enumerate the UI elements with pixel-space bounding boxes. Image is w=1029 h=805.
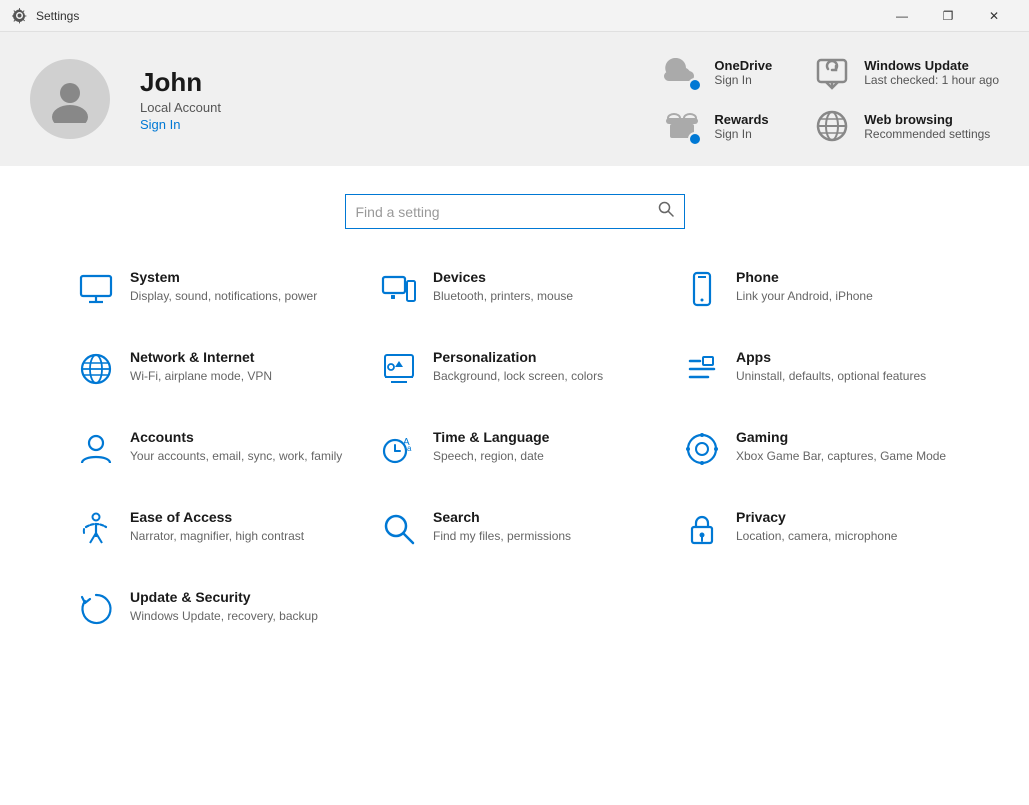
apps-title: Apps [736, 349, 926, 365]
time-title: Time & Language [433, 429, 549, 445]
windows-update-sub: Last checked: 1 hour ago [864, 73, 999, 87]
apps-icon [682, 349, 722, 389]
ease-of-access-icon [76, 509, 116, 549]
network-icon [76, 349, 116, 389]
windows-update-icon [814, 54, 850, 90]
update-desc: Windows Update, recovery, backup [130, 608, 318, 625]
network-title: Network & Internet [130, 349, 272, 365]
setting-search[interactable]: Search Find my files, permissions [363, 489, 666, 569]
search-section [0, 166, 1029, 249]
header-services: OneDrive Sign In Rewards [662, 52, 999, 146]
app-title: Settings [36, 9, 79, 23]
setting-gaming[interactable]: Gaming Xbox Game Bar, captures, Game Mod… [666, 409, 969, 489]
time-icon: Aa [379, 429, 419, 469]
onedrive-status-dot [688, 78, 702, 92]
rewards-icon-wrap [662, 106, 702, 146]
update-title: Update & Security [130, 589, 318, 605]
user-account-type: Local Account [140, 100, 221, 115]
minimize-button[interactable]: — [879, 0, 925, 32]
services-col-right: Windows Update Last checked: 1 hour ago [812, 52, 999, 146]
rewards-name: Rewards [714, 112, 768, 127]
service-rewards[interactable]: Rewards Sign In [662, 106, 772, 146]
header: John Local Account Sign In OneDrive Sign… [0, 32, 1029, 166]
sign-in-link[interactable]: Sign In [140, 117, 221, 132]
search-title: Search [433, 509, 571, 525]
windows-update-icon-wrap [812, 52, 852, 92]
setting-apps[interactable]: Apps Uninstall, defaults, optional featu… [666, 329, 969, 409]
gaming-desc: Xbox Game Bar, captures, Game Mode [736, 448, 946, 465]
avatar-icon [46, 75, 94, 123]
system-icon [76, 269, 116, 309]
rewards-status-dot [688, 132, 702, 146]
phone-desc: Link your Android, iPhone [736, 288, 873, 305]
ease-of-access-desc: Narrator, magnifier, high contrast [130, 528, 304, 545]
title-bar: Settings — ❐ ✕ [0, 0, 1029, 32]
search-icon [658, 201, 674, 222]
gaming-title: Gaming [736, 429, 946, 445]
personalization-desc: Background, lock screen, colors [433, 368, 603, 385]
setting-personalization[interactable]: Personalization Background, lock screen,… [363, 329, 666, 409]
devices-title: Devices [433, 269, 573, 285]
accounts-icon [76, 429, 116, 469]
devices-icon [379, 269, 419, 309]
maximize-button[interactable]: ❐ [925, 0, 971, 32]
time-desc: Speech, region, date [433, 448, 549, 465]
apps-desc: Uninstall, defaults, optional features [736, 368, 926, 385]
service-windows-update[interactable]: Windows Update Last checked: 1 hour ago [812, 52, 999, 92]
service-web-browsing[interactable]: Web browsing Recommended settings [812, 106, 999, 146]
title-bar-controls: — ❐ ✕ [879, 0, 1017, 32]
search-desc: Find my files, permissions [433, 528, 571, 545]
setting-update[interactable]: Update & Security Windows Update, recove… [60, 569, 363, 649]
setting-privacy[interactable]: Privacy Location, camera, microphone [666, 489, 969, 569]
search-input[interactable] [356, 204, 658, 220]
user-info: John Local Account Sign In [140, 67, 221, 132]
web-browsing-name: Web browsing [864, 112, 990, 127]
settings-app-icon [12, 8, 28, 24]
service-onedrive[interactable]: OneDrive Sign In [662, 52, 772, 92]
phone-icon [682, 269, 722, 309]
onedrive-sub: Sign In [714, 73, 772, 87]
system-title: System [130, 269, 317, 285]
setting-devices[interactable]: Devices Bluetooth, printers, mouse [363, 249, 666, 329]
rewards-sub: Sign In [714, 127, 768, 141]
ease-of-access-title: Ease of Access [130, 509, 304, 525]
settings-grid: System Display, sound, notifications, po… [0, 249, 1029, 649]
user-name: John [140, 67, 221, 98]
setting-time[interactable]: Aa Time & Language Speech, region, date [363, 409, 666, 489]
onedrive-icon-wrap [662, 52, 702, 92]
system-desc: Display, sound, notifications, power [130, 288, 317, 305]
web-browsing-icon-wrap [812, 106, 852, 146]
personalization-title: Personalization [433, 349, 603, 365]
setting-accounts[interactable]: Accounts Your accounts, email, sync, wor… [60, 409, 363, 489]
services-col-left: OneDrive Sign In Rewards [662, 52, 772, 146]
gaming-icon [682, 429, 722, 469]
web-browsing-icon [814, 108, 850, 144]
accounts-title: Accounts [130, 429, 342, 445]
privacy-icon [682, 509, 722, 549]
setting-system[interactable]: System Display, sound, notifications, po… [60, 249, 363, 329]
avatar [30, 59, 110, 139]
personalization-icon [379, 349, 419, 389]
setting-ease-of-access[interactable]: Ease of Access Narrator, magnifier, high… [60, 489, 363, 569]
title-bar-left: Settings [12, 8, 79, 24]
setting-phone[interactable]: Phone Link your Android, iPhone [666, 249, 969, 329]
privacy-desc: Location, camera, microphone [736, 528, 897, 545]
accounts-desc: Your accounts, email, sync, work, family [130, 448, 342, 465]
windows-update-name: Windows Update [864, 58, 999, 73]
close-button[interactable]: ✕ [971, 0, 1017, 32]
onedrive-name: OneDrive [714, 58, 772, 73]
search-box [345, 194, 685, 229]
network-desc: Wi-Fi, airplane mode, VPN [130, 368, 272, 385]
update-icon [76, 589, 116, 629]
web-browsing-sub: Recommended settings [864, 127, 990, 141]
devices-desc: Bluetooth, printers, mouse [433, 288, 573, 305]
phone-title: Phone [736, 269, 873, 285]
svg-text:a: a [407, 444, 412, 453]
setting-network[interactable]: Network & Internet Wi-Fi, airplane mode,… [60, 329, 363, 409]
privacy-title: Privacy [736, 509, 897, 525]
search-setting-icon [379, 509, 419, 549]
